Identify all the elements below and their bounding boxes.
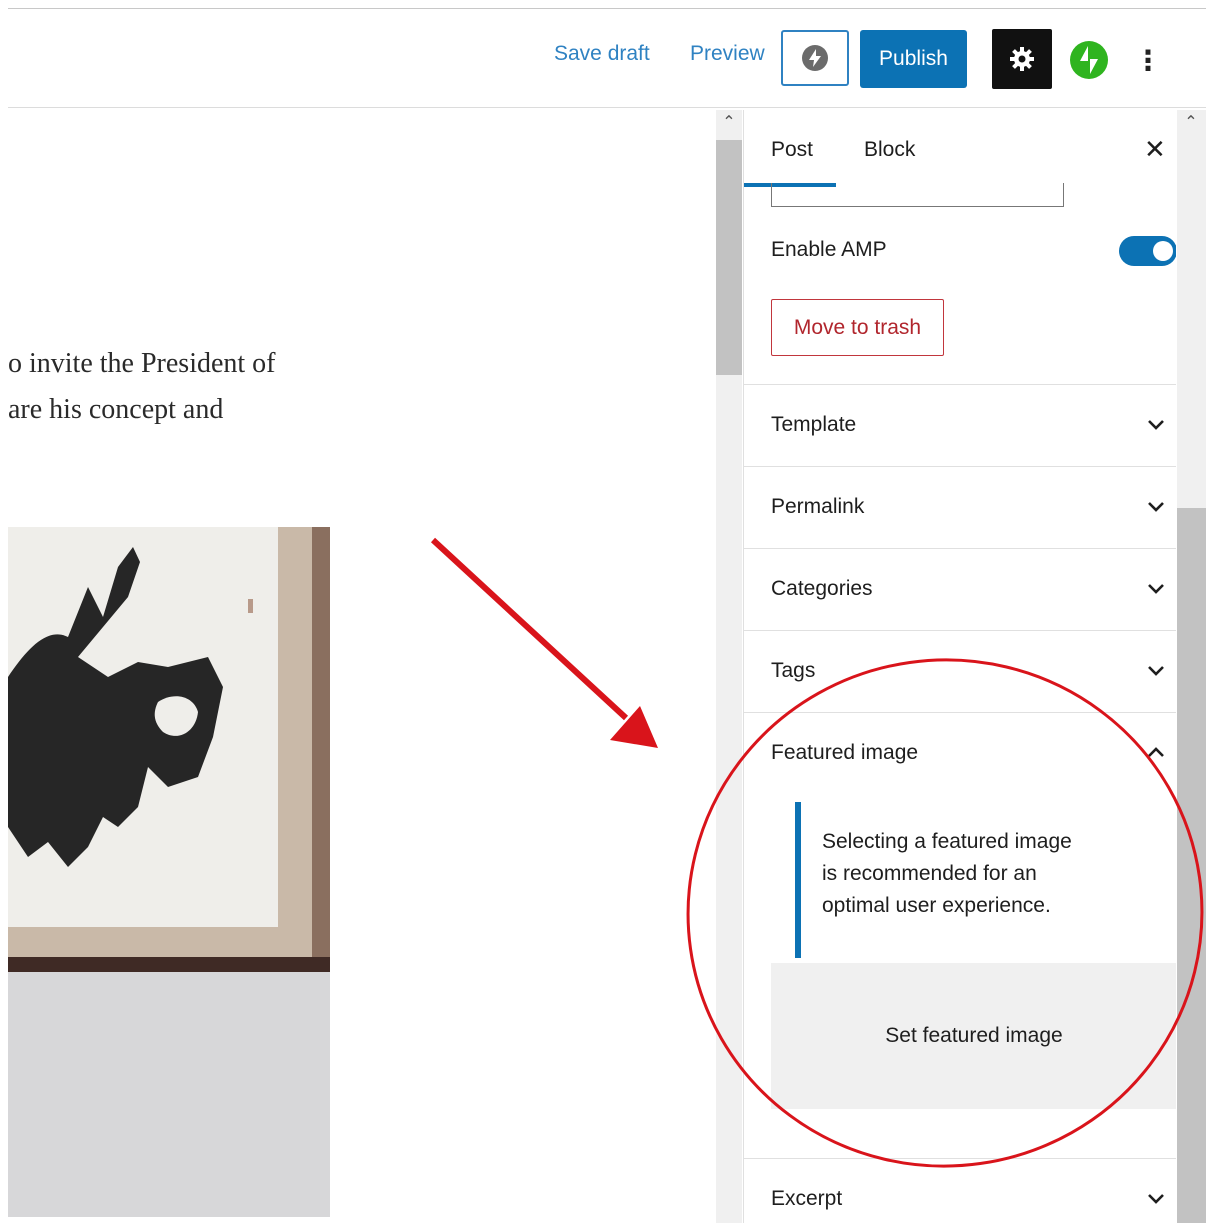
panel-template[interactable]: Template — [744, 384, 1176, 466]
panel-title: Template — [771, 413, 857, 436]
publish-button[interactable]: Publish — [860, 30, 967, 88]
sidebar-tabs: Post Block ✕ — [744, 110, 1176, 187]
panel-title: Tags — [771, 659, 816, 682]
calligraphy-image[interactable] — [8, 527, 330, 1217]
tab-post[interactable]: Post — [771, 138, 813, 162]
close-icon[interactable]: ✕ — [1144, 134, 1166, 165]
panel-title: Categories — [771, 577, 873, 600]
panel-tags[interactable]: Tags — [744, 630, 1176, 712]
jetpack-button[interactable] — [1069, 40, 1109, 80]
editor-scroll-thumb[interactable] — [716, 140, 742, 375]
enable-amp-label: Enable AMP — [771, 238, 887, 261]
sidebar-scroll-thumb[interactable] — [1177, 508, 1206, 1223]
tab-block[interactable]: Block — [864, 138, 915, 162]
notice-line: optimal user experience. — [822, 894, 1051, 917]
set-featured-image-button[interactable]: Set featured image — [771, 963, 1176, 1109]
panel-title: Excerpt — [771, 1187, 843, 1210]
notice-accent-bar — [795, 802, 801, 958]
panel-excerpt[interactable]: Excerpt — [744, 1158, 1176, 1223]
scroll-up-icon[interactable]: ⌃ — [1178, 112, 1204, 132]
featured-image-notice: Selecting a featured image is recommende… — [822, 826, 1122, 922]
red-arrow-annotation — [430, 537, 658, 748]
chevron-down-icon — [1148, 1194, 1164, 1204]
chevron-up-icon — [1148, 747, 1164, 757]
chevron-down-icon — [1148, 420, 1164, 430]
move-to-trash-button[interactable]: Move to trash — [771, 299, 944, 356]
settings-sidebar: Post Block ✕ Enable AMP Move to trash Te… — [743, 110, 1176, 1223]
chevron-down-icon — [1148, 666, 1164, 676]
panel-categories[interactable]: Categories — [744, 548, 1176, 630]
enable-amp-toggle[interactable] — [1119, 236, 1176, 266]
amp-toggle-button[interactable] — [781, 30, 849, 86]
preview-button[interactable]: Preview — [690, 42, 765, 66]
settings-button[interactable] — [992, 29, 1052, 89]
more-options-button[interactable]: ⋮ — [1134, 40, 1162, 80]
panel-permalink[interactable]: Permalink — [744, 466, 1176, 548]
paragraph-line[interactable]: are his concept and — [8, 394, 223, 426]
gear-icon — [1010, 47, 1034, 71]
notice-line: is recommended for an — [822, 862, 1037, 885]
paragraph-line[interactable]: o invite the President of — [8, 348, 276, 380]
partial-input-field[interactable] — [771, 183, 1064, 207]
chevron-down-icon — [1148, 502, 1164, 512]
lightning-icon — [802, 45, 828, 71]
panel-title: Featured image — [771, 741, 919, 764]
chevron-down-icon — [1148, 584, 1164, 594]
save-draft-button[interactable]: Save draft — [554, 42, 650, 66]
calligraphy-photo — [8, 527, 330, 1217]
notice-line: Selecting a featured image — [822, 830, 1072, 853]
scroll-up-icon[interactable]: ⌃ — [716, 112, 742, 132]
panel-title: Permalink — [771, 495, 865, 518]
jetpack-icon — [1070, 41, 1108, 79]
toggle-knob — [1153, 241, 1173, 261]
